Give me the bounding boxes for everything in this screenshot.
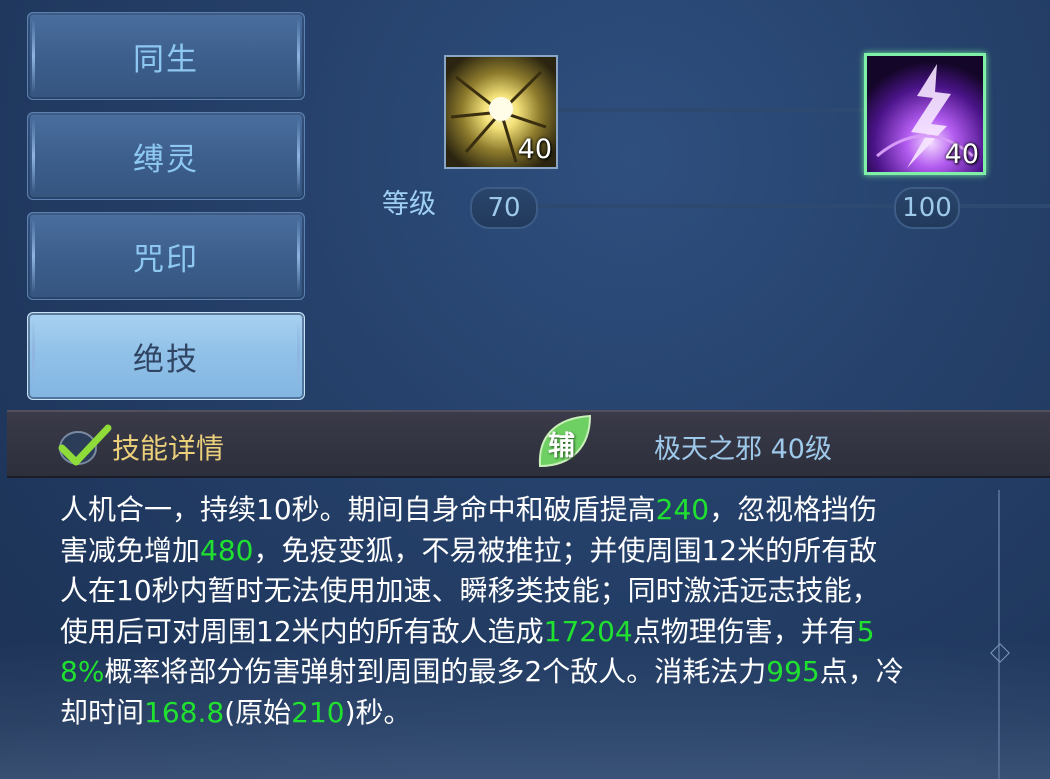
tab-tongsheng[interactable]: 同生 xyxy=(27,12,305,100)
skill-description: 人机合一，持续10秒。期间自身命中和破盾提高240，忽视格挡伤害减免增加480，… xyxy=(60,490,905,733)
check-icon xyxy=(58,424,112,466)
tab-zhouyin[interactable]: 咒印 xyxy=(27,212,305,300)
tab-fuling[interactable]: 缚灵 xyxy=(27,112,305,200)
support-badge: 辅 xyxy=(534,412,594,472)
category-tabs: 同生 缚灵 咒印 绝技 xyxy=(27,12,305,412)
skill-slot-2[interactable]: 40 xyxy=(864,53,986,175)
description-text: 人机合一，持续10秒。期间自身命中和破盾提高 xyxy=(60,493,656,526)
level-requirement-badge: 70 xyxy=(470,187,538,229)
skill-slot-1[interactable]: 40 xyxy=(444,55,558,169)
highlight-value: 168.8 xyxy=(144,695,225,729)
description-text: 点物理伤害，并有 xyxy=(632,614,857,648)
highlight-value: 995 xyxy=(766,655,820,688)
description-text: 概率将部分伤害弹射到周围的最多2个敌人。消耗法力 xyxy=(104,655,767,688)
skill-count: 40 xyxy=(517,134,552,165)
skill-detail-title: 技能详情 xyxy=(112,432,225,465)
skill-count: 40 xyxy=(944,139,979,170)
highlight-value: 210 xyxy=(291,695,345,729)
description-text: )秒。 xyxy=(344,695,412,729)
support-badge-label: 辅 xyxy=(548,431,575,462)
skill-connector-line xyxy=(558,108,868,112)
level-track-line xyxy=(536,204,896,208)
level-requirement-badge: 100 xyxy=(894,187,960,229)
highlight-value: 240 xyxy=(655,493,710,526)
tab-jueji[interactable]: 绝技 xyxy=(27,312,305,400)
scrollbar-track[interactable] xyxy=(998,490,1000,779)
description-text: (原始 xyxy=(224,695,292,729)
level-label: 等级 xyxy=(382,189,436,220)
skill-name-level: 极天之邪 40级 xyxy=(654,434,832,465)
highlight-value: 480 xyxy=(200,533,254,567)
highlight-value: 17204 xyxy=(543,614,633,648)
level-track-line-right xyxy=(958,204,1050,208)
